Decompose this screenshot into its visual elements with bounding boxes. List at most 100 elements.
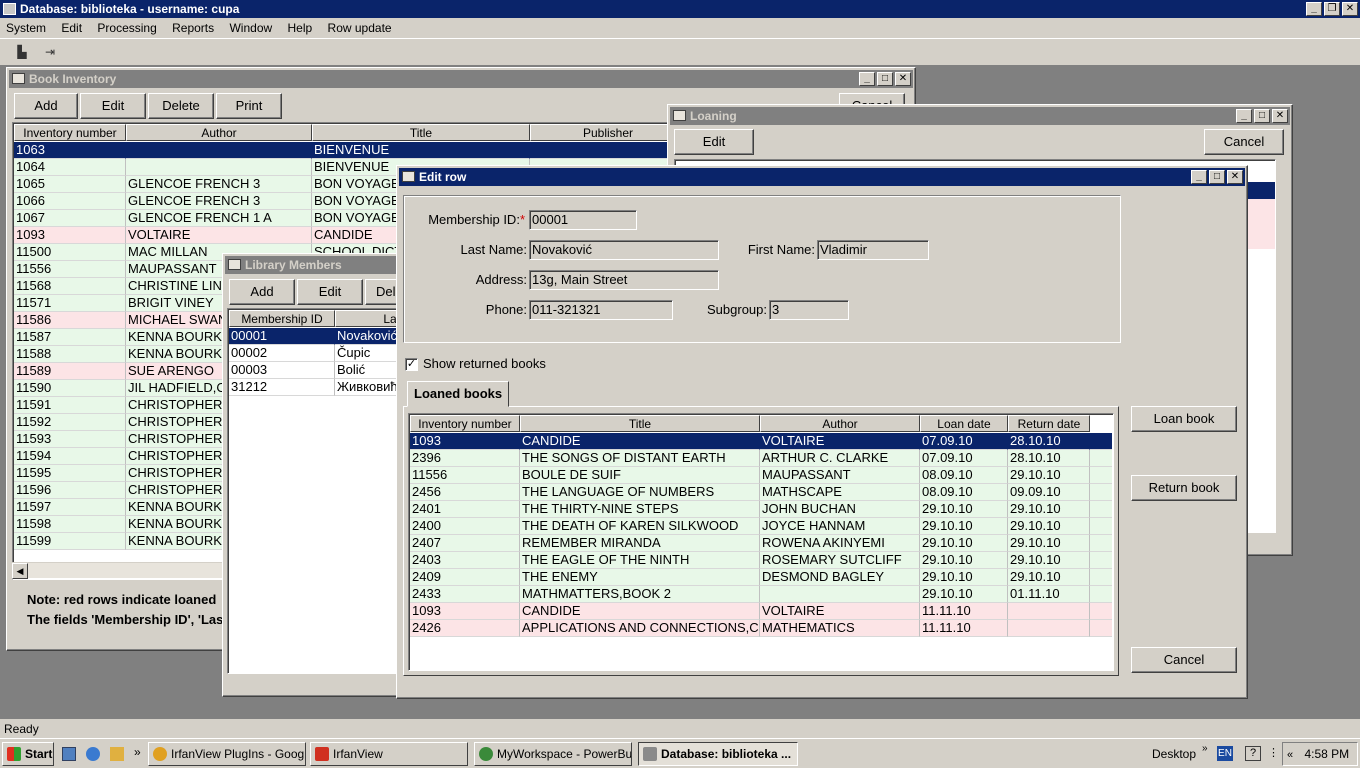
table-row[interactable]: 2433 MATHMATTERS,BOOK 2 29.10.10 01.11.10 xyxy=(410,586,1112,603)
loan-book-button[interactable]: Loan book xyxy=(1131,406,1237,432)
table-cell: 29.10.10 xyxy=(920,501,1008,518)
menu-edit[interactable]: Edit xyxy=(61,21,82,35)
scroll-left-icon[interactable]: ◀ xyxy=(12,563,28,579)
menu-processing[interactable]: Processing xyxy=(97,21,156,35)
column-header[interactable]: Title xyxy=(520,415,760,432)
column-header[interactable]: Inventory number xyxy=(14,124,126,141)
phone-field[interactable]: 011-321321 xyxy=(529,300,673,320)
add-button[interactable]: Add xyxy=(14,93,78,119)
help-icon[interactable]: ? xyxy=(1245,746,1261,761)
table-row[interactable]: 2403 THE EAGLE OF THE NINTH ROSEMARY SUTCL… xyxy=(410,552,1112,569)
loaning-controls: _ □ ✕ xyxy=(1236,109,1288,123)
table-row[interactable]: 1063 BIENVENUE xyxy=(14,142,671,159)
loaning-cancel-button[interactable]: Cancel xyxy=(1204,129,1284,155)
loaning-edit-button[interactable]: Edit xyxy=(674,129,754,155)
address-field[interactable]: 13g, Main Street xyxy=(529,270,719,290)
table-row[interactable]: 2426 APPLICATIONS AND CONNECTIONS,CO MATHE… xyxy=(410,620,1112,637)
table-cell: 11.11.10 xyxy=(920,620,1008,637)
table-row[interactable]: 1093 CANDIDE VOLTAIRE 07.09.10 28.10.10 xyxy=(410,433,1112,450)
print-button[interactable]: Print xyxy=(216,93,282,119)
show-returned-checkbox[interactable]: ✓ xyxy=(405,358,418,371)
minimize-icon[interactable]: _ xyxy=(1236,109,1252,123)
menu-system[interactable]: System xyxy=(6,21,46,35)
column-header[interactable]: Title xyxy=(312,124,530,141)
restore-icon[interactable]: ❐ xyxy=(1324,2,1340,16)
quicklaunch-more-icon[interactable]: » xyxy=(134,745,141,759)
show-desktop-icon[interactable] xyxy=(62,747,76,761)
close-icon[interactable]: ✕ xyxy=(1227,170,1243,184)
desktop-toolbar-more-icon[interactable]: » xyxy=(1202,743,1208,754)
tray-expand-icon[interactable]: « xyxy=(1287,749,1293,761)
table-row[interactable]: 2409 THE ENEMY DESMOND BAGLEY 29.10.10 29.10… xyxy=(410,569,1112,586)
menu-help[interactable]: Help xyxy=(288,21,313,35)
language-indicator[interactable]: EN xyxy=(1217,746,1233,761)
table-cell: THE ENEMY xyxy=(520,569,760,586)
menu-window[interactable]: Window xyxy=(229,21,272,35)
close-icon[interactable]: ✕ xyxy=(1342,2,1358,16)
toolbar: ▙ ⇥ xyxy=(0,38,1360,66)
close-icon[interactable]: ✕ xyxy=(1272,109,1288,123)
membership-id-field[interactable]: 00001 xyxy=(529,210,637,230)
menu-row-update[interactable]: Row update xyxy=(328,21,392,35)
last-name-field[interactable]: Novaković xyxy=(529,240,719,260)
taskbar-item-database[interactable]: Database: biblioteka ... xyxy=(638,742,798,766)
maximize-icon[interactable]: □ xyxy=(1254,109,1270,123)
members-edit-button[interactable]: Edit xyxy=(297,279,363,305)
delete-button[interactable]: Delete xyxy=(148,93,214,119)
dialog-cancel-button[interactable]: Cancel xyxy=(1131,647,1237,673)
column-header[interactable]: Publisher xyxy=(530,124,671,141)
members-add-button[interactable]: Add xyxy=(229,279,295,305)
minimize-icon[interactable]: _ xyxy=(1191,170,1207,184)
table-row[interactable]: 2456 THE LANGUAGE OF NUMBERS MATHSCAPE 08.0… xyxy=(410,484,1112,501)
tab-loaned-books[interactable]: Loaned books xyxy=(407,381,510,407)
library-members-title: Library Members xyxy=(245,258,342,272)
taskbar-item-irfanview[interactable]: IrfanView xyxy=(310,742,468,766)
table-cell: 29.10.10 xyxy=(1008,535,1090,552)
table-cell: 11596 xyxy=(14,482,126,499)
row-filler xyxy=(1090,569,1112,586)
taskbar-item-myworkspace[interactable]: MyWorkspace - PowerBu... xyxy=(474,742,632,766)
chrome-icon xyxy=(153,747,167,761)
clock[interactable]: 4:58 PM xyxy=(1304,747,1349,761)
toolbar-exit-icon[interactable]: ⇥ xyxy=(40,43,60,61)
folder-icon[interactable] xyxy=(110,747,124,761)
minimize-icon[interactable]: _ xyxy=(1306,2,1322,16)
row-filler xyxy=(1090,433,1112,450)
maximize-icon[interactable]: □ xyxy=(877,72,893,86)
row-filler xyxy=(1090,450,1112,467)
table-row[interactable]: 2400 THE DEATH OF KAREN SILKWOOD JOYCE HAN… xyxy=(410,518,1112,535)
start-button[interactable]: Start xyxy=(2,742,54,766)
row-filler xyxy=(1090,586,1112,603)
book-inventory-title: Book Inventory xyxy=(29,72,117,86)
column-header[interactable]: Author xyxy=(126,124,312,141)
table-cell: ARTHUR C. CLARKE xyxy=(760,450,920,467)
loaned-books-grid[interactable]: Inventory number Title Author Loan date … xyxy=(408,413,1114,671)
table-row[interactable]: 2401 THE THIRTY-NINE STEPS JOHN BUCHAN 29.1… xyxy=(410,501,1112,518)
return-book-button[interactable]: Return book xyxy=(1131,475,1237,501)
column-header[interactable]: Inventory number xyxy=(410,415,520,432)
first-name-field[interactable]: Vladimir xyxy=(817,240,929,260)
edit-button[interactable]: Edit xyxy=(80,93,146,119)
menu-reports[interactable]: Reports xyxy=(172,21,214,35)
toolbar-print-icon[interactable]: ▙ xyxy=(12,43,32,61)
table-row[interactable]: 11556 BOULE DE SUIF MAUPASSANT 08.09.10 29.1… xyxy=(410,467,1112,484)
column-header[interactable]: Membership ID xyxy=(229,310,335,327)
close-icon[interactable]: ✕ xyxy=(895,72,911,86)
maximize-icon[interactable]: □ xyxy=(1209,170,1225,184)
minimize-icon[interactable]: _ xyxy=(859,72,875,86)
tray-handle-icon[interactable]: ⋮ xyxy=(1268,746,1279,759)
subgroup-field[interactable]: 3 xyxy=(769,300,849,320)
column-header[interactable]: Loan date xyxy=(920,415,1008,432)
table-row[interactable]: 2396 THE SONGS OF DISTANT EARTH ARTHUR C. … xyxy=(410,450,1112,467)
table-cell: 29.10.10 xyxy=(920,586,1008,603)
table-row[interactable]: 1093 CANDIDE VOLTAIRE 11.11.10 xyxy=(410,603,1112,620)
row-filler xyxy=(1090,518,1112,535)
browser-icon[interactable] xyxy=(86,747,100,761)
table-row[interactable]: 2407 REMEMBER MIRANDA ROWENA AKINYEMI 29.10… xyxy=(410,535,1112,552)
desktop-toolbar-label[interactable]: Desktop xyxy=(1152,747,1196,761)
column-header[interactable]: Author xyxy=(760,415,920,432)
table-cell: CANDIDE xyxy=(520,603,760,620)
column-header[interactable]: Return date xyxy=(1008,415,1090,432)
table-cell: 29.10.10 xyxy=(920,569,1008,586)
taskbar-item-irfanview-plugins[interactable]: IrfanView PlugIns - Goog... xyxy=(148,742,306,766)
